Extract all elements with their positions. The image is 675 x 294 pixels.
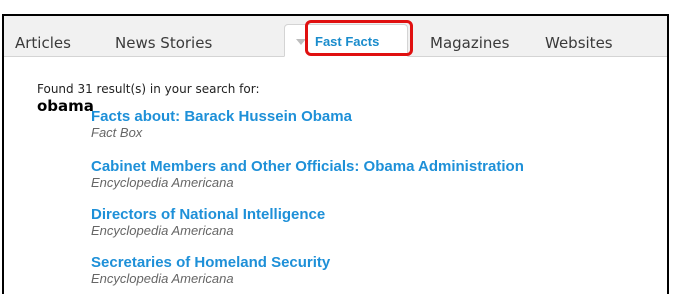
tab-news-stories[interactable]: News Stories	[115, 34, 212, 52]
result-source: Encyclopedia Americana	[91, 223, 234, 238]
tab-fast-facts-label: Fast Facts	[315, 34, 380, 49]
results-count-text: Found 31 result(s) in your search for:	[37, 82, 260, 96]
result-title-link[interactable]: Facts about: Barack Hussein Obama	[91, 108, 352, 125]
result-item: Facts about: Barack Hussein Obama Fact B…	[91, 108, 352, 140]
result-title-link[interactable]: Secretaries of Homeland Security	[91, 254, 330, 271]
result-source: Encyclopedia Americana	[91, 175, 234, 190]
tab-articles[interactable]: Articles	[15, 34, 71, 52]
tab-magazines[interactable]: Magazines	[430, 34, 509, 52]
dropdown-arrow-icon	[296, 39, 306, 45]
result-source: Fact Box	[91, 125, 143, 140]
result-item: Cabinet Members and Other Officials: Oba…	[91, 158, 524, 190]
tab-bar: Articles News Stories Fast Facts Magazin…	[4, 16, 667, 57]
result-title-link[interactable]: Directors of National Intelligence	[91, 206, 325, 223]
tab-fast-facts[interactable]: Fast Facts	[284, 24, 408, 57]
result-source: Encyclopedia Americana	[91, 271, 234, 286]
tab-websites[interactable]: Websites	[545, 34, 613, 52]
result-item: Secretaries of Homeland Security Encyclo…	[91, 254, 330, 286]
result-item: Directors of National Intelligence Encyc…	[91, 206, 325, 238]
result-title-link[interactable]: Cabinet Members and Other Officials: Oba…	[91, 158, 524, 175]
search-query: obama	[37, 97, 94, 115]
search-results-panel: Articles News Stories Fast Facts Magazin…	[2, 14, 669, 294]
